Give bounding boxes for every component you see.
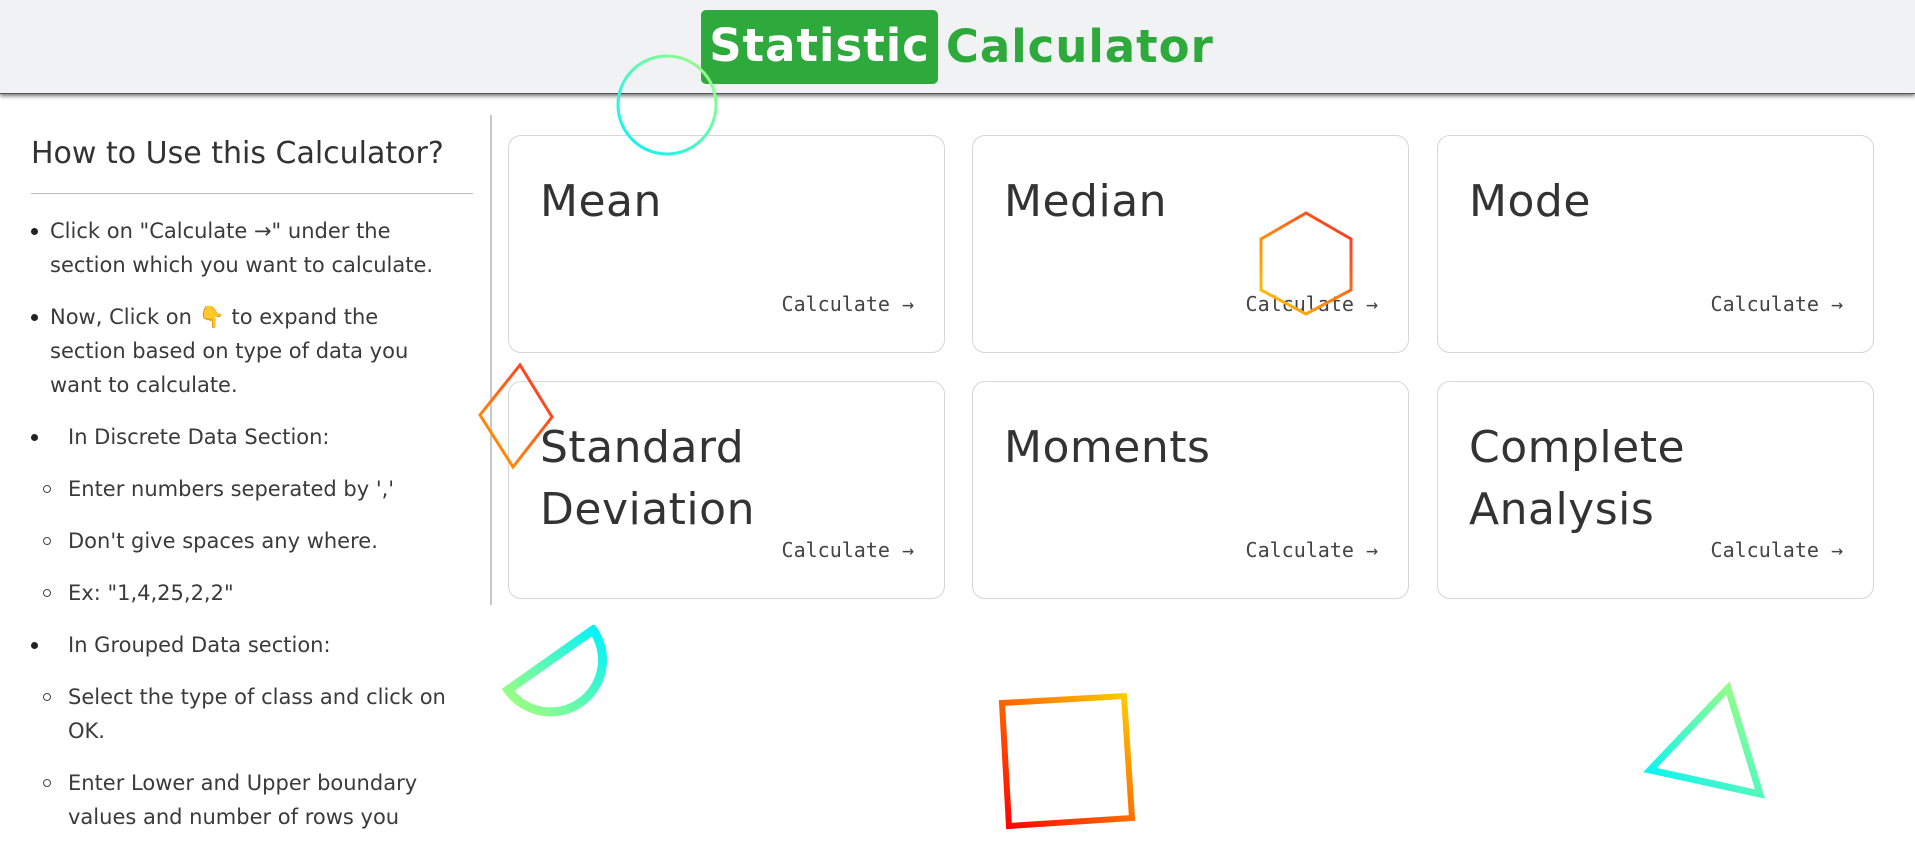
card-median[interactable]: Median Calculate → <box>972 135 1409 353</box>
instruction-item: Now, Click on 👇 to expand the section ba… <box>31 300 451 402</box>
bullet-icon <box>31 434 38 441</box>
calculate-link[interactable]: Calculate → <box>782 292 914 316</box>
brand-text: Calculator <box>945 19 1214 73</box>
instruction-subitem: Don't give spaces any where. <box>31 524 451 558</box>
circle-bullet-icon <box>43 537 51 545</box>
card-complete-analysis[interactable]: Complete Analysis Calculate → <box>1437 381 1874 599</box>
instruction-subitem: Enter Lower and Upper boundary values an… <box>31 766 451 834</box>
circle-bullet-icon <box>43 485 51 493</box>
instruction-text: In Grouped Data section: <box>68 633 331 657</box>
instruction-text: Don't give spaces any where. <box>68 529 378 553</box>
bullet-icon <box>31 642 38 649</box>
circle-bullet-icon <box>43 779 51 787</box>
card-mode[interactable]: Mode Calculate → <box>1437 135 1874 353</box>
calculate-link[interactable]: Calculate → <box>782 538 914 562</box>
instruction-text: Enter Lower and Upper boundary values an… <box>68 771 418 829</box>
instruction-text: Click on "Calculate →" under the section… <box>50 219 434 277</box>
instruction-text: Enter numbers seperated by ',' <box>68 477 395 501</box>
page-header: Statistic Calculator <box>0 0 1915 94</box>
brand-box: Statistic <box>701 9 938 84</box>
circle-bullet-icon <box>43 589 51 597</box>
instructions-list: Click on "Calculate →" under the section… <box>31 214 451 834</box>
card-standard-deviation[interactable]: Standard Deviation Calculate → <box>508 381 945 599</box>
instruction-text: Now, Click on <box>50 305 199 329</box>
instruction-text: In Discrete Data Section: <box>68 425 330 449</box>
card-title: Mean <box>540 176 662 227</box>
circle-bullet-icon <box>43 693 51 701</box>
instruction-subitem: Select the type of class and click on OK… <box>31 680 451 748</box>
calculate-link[interactable]: Calculate → <box>1711 292 1843 316</box>
square-shape <box>998 692 1136 830</box>
pointing-down-icon: 👇 <box>198 305 225 329</box>
card-title: Standard Deviation <box>540 422 755 535</box>
card-title: Median <box>1004 176 1168 227</box>
instruction-item: In Discrete Data Section: <box>31 420 451 454</box>
instruction-subitem: Enter numbers seperated by ',' <box>31 472 451 506</box>
bullet-icon <box>31 314 38 321</box>
instruction-item: In Grouped Data section: <box>31 628 451 662</box>
instruction-text: Select the type of class and click on OK… <box>68 685 446 743</box>
triangle-shape <box>1643 681 1766 799</box>
card-moments[interactable]: Moments Calculate → <box>972 381 1409 599</box>
card-title: Moments <box>1004 422 1211 473</box>
sidebar-vertical-divider <box>490 115 492 605</box>
instructions-sidebar: How to Use this Calculator? Click on "Ca… <box>0 95 492 846</box>
card-title: Complete Analysis <box>1469 422 1686 535</box>
calculate-link[interactable]: Calculate → <box>1246 292 1378 316</box>
instruction-item: Click on "Calculate →" under the section… <box>31 214 451 282</box>
instruction-subitem: Ex: "1,4,25,2,2" <box>31 576 451 610</box>
sidebar-divider-line <box>31 193 473 194</box>
bullet-icon <box>31 228 38 235</box>
card-title: Mode <box>1469 176 1591 227</box>
half-circle-shape <box>501 625 607 717</box>
calculate-link[interactable]: Calculate → <box>1246 538 1378 562</box>
brand-logo[interactable]: Statistic Calculator <box>701 9 1214 84</box>
calculate-link[interactable]: Calculate → <box>1711 538 1843 562</box>
card-mean[interactable]: Mean Calculate → <box>508 135 945 353</box>
sidebar-title: How to Use this Calculator? <box>31 136 444 171</box>
instruction-text: Ex: "1,4,25,2,2" <box>68 581 234 605</box>
